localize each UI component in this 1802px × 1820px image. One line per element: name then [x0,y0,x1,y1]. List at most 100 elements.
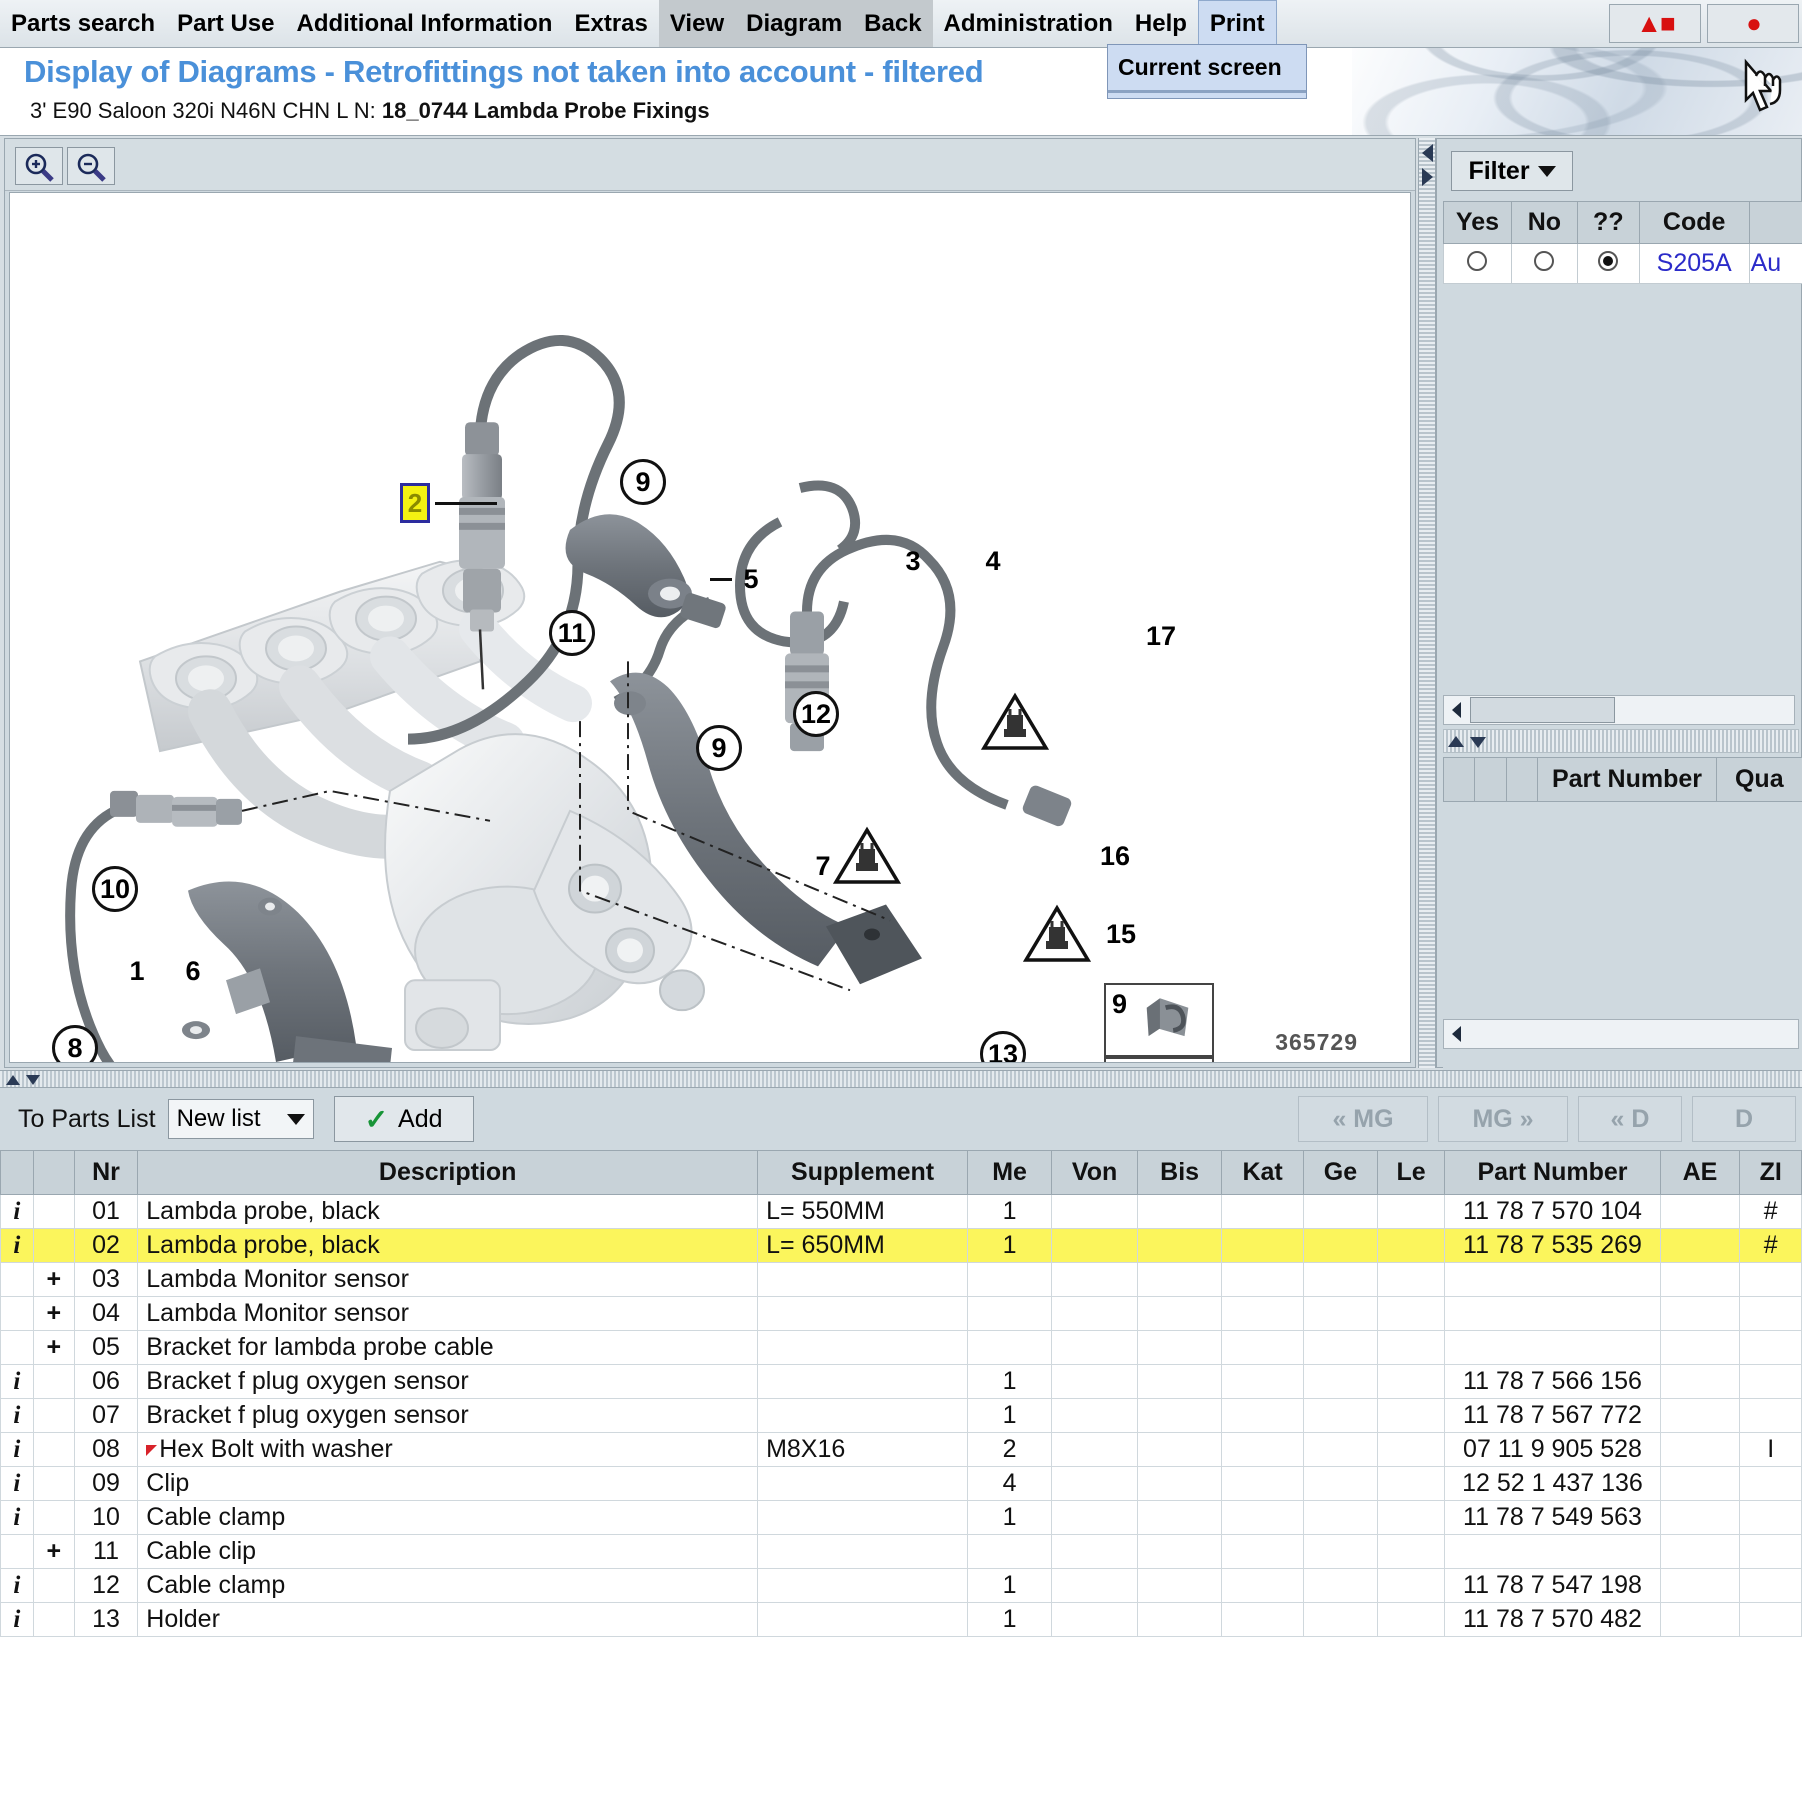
col-me[interactable]: Me [967,1150,1053,1195]
table-row[interactable]: i 01 Lambda probe, black L= 550MM 1 11 78 7 5… [0,1194,1802,1229]
diagram-canvas[interactable]: 2 9 5 3 4 17 11 12 9 16 7 15 10 1 6 8 9 … [9,192,1411,1063]
table-row[interactable]: i 09 Clip 4 12 52 1 437 136 [0,1466,1802,1501]
col-part-number[interactable]: Part Number [1537,757,1717,802]
col-quantity[interactable]: Qua [1715,757,1802,802]
table-row[interactable]: i 08 Hex Bolt with washer M8X16 2 07 11 9 905… [0,1432,1802,1467]
row-expand-toggle[interactable]: + [32,1330,75,1365]
toolbar-button-secondary[interactable]: ● [1707,4,1799,43]
menu-item-parts-search[interactable]: Parts search [0,0,166,47]
col-zi[interactable]: ZI [1739,1150,1802,1195]
table-row[interactable]: +04 Lambda Monitor sensor [0,1296,1802,1331]
prev-main-group-button[interactable]: « MG [1298,1096,1428,1142]
cell-part-number[interactable]: 12 52 1 437 136 [1444,1466,1661,1501]
menu-item-view[interactable]: View [658,0,736,47]
radio-yes[interactable] [1467,251,1488,271]
col-blank-2[interactable] [1474,757,1507,802]
table-row[interactable]: i 06 Bracket f plug oxygen sensor 1 11 78 7 … [0,1364,1802,1399]
splitter-collapse-left-icon[interactable] [1422,144,1433,162]
cell-part-number[interactable]: 11 78 7 570 482 [1444,1602,1661,1637]
filter-button[interactable]: Filter [1451,151,1573,191]
row-info-icon[interactable]: i [0,1398,34,1433]
radio-no[interactable] [1534,251,1555,271]
callout-3[interactable]: 3 [890,538,936,584]
part-table-hscrollbar[interactable] [1443,1019,1799,1049]
col-blank-3[interactable] [1505,757,1539,802]
table-row[interactable]: i 07 Bracket f plug oxygen sensor 1 11 78 7 … [0,1398,1802,1433]
table-row[interactable]: +11 Cable clip [0,1534,1802,1569]
col-ge[interactable]: Ge [1303,1150,1378,1195]
cell-part-number[interactable]: 11 78 7 566 156 [1444,1364,1661,1399]
cell-part-number[interactable]: 11 78 7 570 104 [1444,1194,1661,1229]
col-yes[interactable]: Yes [1443,201,1512,244]
cell-part-number[interactable] [1444,1330,1661,1365]
cell-part-number[interactable]: 11 78 7 549 563 [1444,1500,1661,1535]
row-info-icon[interactable]: i [0,1466,34,1501]
splitter-up-icon[interactable] [4,1072,22,1088]
callout-15[interactable]: 15 [1098,911,1144,957]
callout-2-selected[interactable]: 2 [400,483,430,523]
col-unknown[interactable]: ?? [1576,201,1640,244]
code-value[interactable]: S205A [1638,243,1750,284]
cell-part-number[interactable]: 07 11 9 905 528 [1444,1432,1661,1467]
table-row[interactable]: i 10 Cable clamp 1 11 78 7 549 563 [0,1500,1802,1535]
table-row[interactable]: S205A Au [1443,243,1802,284]
radio-no-cell[interactable] [1510,243,1578,284]
menu-item-part-use[interactable]: Part Use [166,0,285,47]
callout-9-top[interactable]: 9 [620,459,666,505]
menu-item-diagram[interactable]: Diagram [735,0,854,47]
callout-6[interactable]: 6 [170,948,216,994]
row-expand-toggle[interactable]: + [32,1262,75,1297]
row-info-icon[interactable]: i [0,1228,34,1263]
scroll-left-icon[interactable] [1446,699,1468,721]
vertical-splitter[interactable] [1418,138,1436,1068]
cell-part-number[interactable] [1444,1262,1661,1297]
splitter-down-icon[interactable] [24,1072,42,1088]
menu-item-additional-information[interactable]: Additional Information [285,0,563,47]
col-code[interactable]: Code [1638,201,1750,244]
col-kat[interactable]: Kat [1221,1150,1305,1195]
table-row[interactable]: +05 Bracket for lambda probe cable [0,1330,1802,1365]
col-bis[interactable]: Bis [1137,1150,1223,1195]
callout-9-mid[interactable]: 9 [696,725,742,771]
callout-5[interactable]: 5 [728,556,774,602]
row-info-icon[interactable]: i [0,1602,34,1637]
col-info[interactable] [0,1150,34,1195]
row-info-icon[interactable]: i [0,1568,34,1603]
callout-4[interactable]: 4 [970,538,1016,584]
cell-part-number[interactable] [1444,1534,1661,1569]
table-row[interactable]: i 02 Lambda probe, black L= 650MM 1 11 78 7 5… [0,1228,1802,1263]
callout-12[interactable]: 12 [793,691,839,737]
menu-item-administration[interactable]: Administration [933,0,1124,47]
menu-item-back[interactable]: Back [853,0,933,47]
scroll-left-icon[interactable] [1446,1023,1468,1045]
callout-8[interactable]: 8 [52,1025,98,1062]
col-description[interactable] [1748,201,1802,244]
splitter-collapse-right-icon[interactable] [1422,168,1433,186]
menu-item-print[interactable]: Print [1197,0,1277,47]
toolbar-button-alert[interactable]: ▲■ [1609,4,1701,43]
code-table-hscrollbar[interactable] [1443,695,1795,725]
cell-part-number[interactable] [1444,1296,1661,1331]
col-part-number[interactable]: Part Number [1444,1150,1661,1195]
add-button[interactable]: ✓ Add [333,1096,474,1142]
col-supplement[interactable]: Supplement [757,1150,969,1195]
table-row[interactable]: i 12 Cable clamp 1 11 78 7 547 198 [0,1568,1802,1603]
col-ae[interactable]: AE [1659,1150,1741,1195]
radio-yes-cell[interactable] [1443,243,1512,284]
row-info-icon[interactable]: i [0,1500,34,1535]
panel-splitter-horizontal[interactable] [1443,729,1799,753]
code-description[interactable]: Au [1748,243,1802,284]
col-blank-1[interactable] [1442,757,1476,802]
zoom-in-button[interactable] [15,147,63,185]
splitter-down-icon[interactable] [1468,732,1488,752]
row-expand-toggle[interactable]: + [32,1534,75,1569]
radio-unknown-cell[interactable] [1576,243,1640,284]
list-select[interactable]: New list [167,1099,314,1139]
row-expand-toggle[interactable]: + [32,1296,75,1331]
row-info-icon[interactable]: i [0,1194,34,1229]
callout-11[interactable]: 11 [549,610,595,656]
callout-16[interactable]: 16 [1092,833,1138,879]
col-le[interactable]: Le [1376,1150,1446,1195]
menu-item-help[interactable]: Help [1124,0,1198,47]
callout-1[interactable]: 1 [114,948,160,994]
